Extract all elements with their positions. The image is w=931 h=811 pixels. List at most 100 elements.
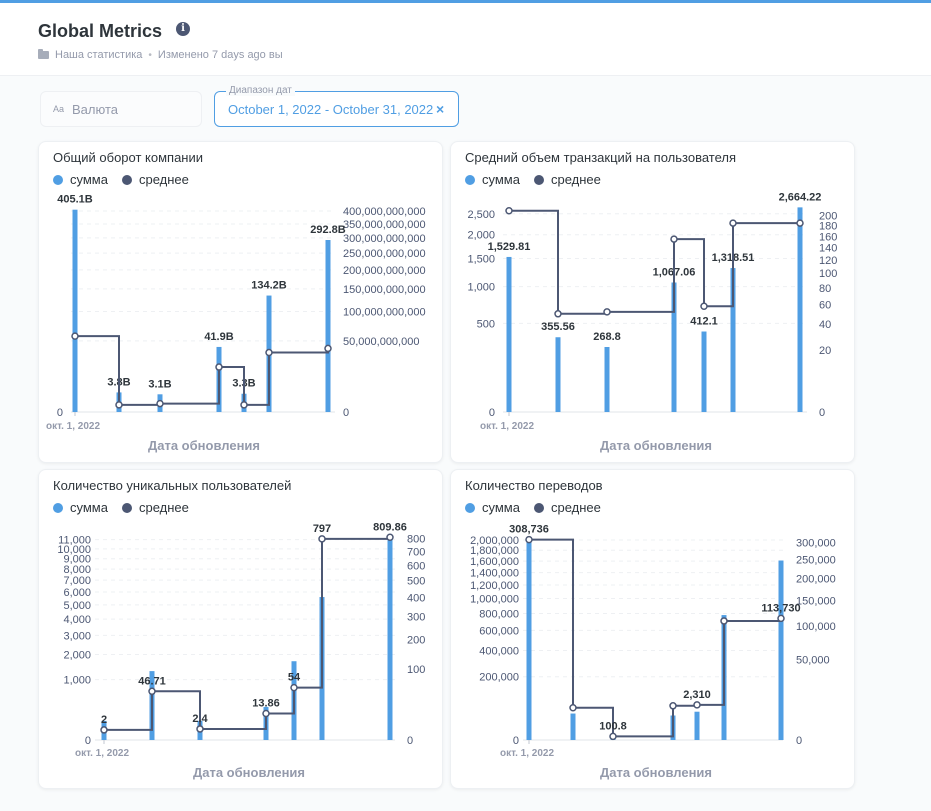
average-point [777, 614, 785, 623]
text-type-icon: Aa [53, 104, 65, 114]
average-value-label: 46.71 [138, 675, 166, 687]
average-point [729, 219, 737, 227]
bar [506, 256, 512, 412]
average-value-label: 2.4 [192, 713, 208, 725]
y-axis-tick-label: 1,600,000 [470, 556, 519, 568]
folder-icon [38, 49, 49, 59]
y-axis-tick-label: 11,000 [58, 535, 91, 547]
y2-axis-tick-label: 350,000,000,000 [343, 219, 426, 231]
y2-axis-tick-label: 0 [819, 407, 825, 419]
average-value-label: 2,310 [683, 689, 711, 701]
chart-area: 0 1,000 2,000 3,000 4,000 5,0006,0007,0008,00… [57, 521, 425, 759]
y2-axis-tick-label: 200 [407, 634, 425, 646]
y2-axis-tick-label: 200,000 [796, 574, 836, 586]
y2-axis-tick-label: 100,000,000,000 [343, 306, 426, 318]
y2-axis-tick-label: 140 [819, 243, 837, 255]
average-point [265, 348, 273, 357]
y2-axis-tick-label: 700 [407, 547, 425, 559]
average-point [148, 687, 156, 696]
y-axis-tick-label: 200,000 [479, 672, 519, 684]
average-point [525, 535, 533, 544]
date-range-label: Диапазон дат [226, 85, 295, 96]
bar-value-label: 268.8 [593, 331, 621, 343]
y2-axis-tick-label: 300,000,000,000 [343, 233, 426, 245]
page-title: Global Metrics [38, 21, 163, 41]
y-axis-tick-label: 6,000 [63, 587, 91, 599]
info-icon[interactable]: i [176, 22, 190, 36]
card-transfers-count[interactable]: Количество переводов сумма среднее 0 200,… [450, 469, 855, 789]
card-unique-users[interactable]: Количество уникальных пользователей сумм… [38, 469, 443, 789]
average-point [796, 219, 804, 227]
average-point [324, 344, 332, 353]
average-point [215, 363, 223, 371]
average-value-label: 100.8 [599, 720, 627, 732]
y2-axis-tick-label: 800 [407, 534, 425, 546]
average-point [100, 726, 108, 734]
y-axis-tick-label: 5,000 [63, 600, 91, 612]
y-axis-tick-label: 2,000,000 [470, 535, 519, 547]
y-axis-tick-label: 2,000 [467, 230, 495, 242]
bar-value-label: 134.2B [251, 280, 287, 292]
average-point [669, 702, 677, 710]
average-point [609, 732, 617, 741]
bar-value-label: 1,529.81 [488, 241, 531, 253]
average-point [386, 533, 394, 542]
last-edited: Изменено 7 days ago вы [157, 49, 283, 61]
average-point [156, 399, 164, 408]
y2-axis-tick-label: 100 [407, 664, 425, 676]
y-axis-tick-label: 1,000,000 [470, 594, 519, 606]
bar [325, 240, 331, 412]
bar-value-label: 355.56 [541, 321, 575, 333]
collection-link[interactable]: Наша статистика [55, 49, 142, 61]
average-point [196, 725, 204, 733]
bar [526, 537, 532, 740]
average-point [115, 401, 123, 409]
date-range-value: October 1, 2022 - October 31, 2022 [228, 102, 434, 117]
bar [555, 337, 561, 412]
y2-axis-tick-label: 150,000 [796, 595, 836, 607]
average-point [554, 310, 562, 318]
y2-axis-tick-label: 200,000,000,000 [343, 265, 426, 277]
average-value-label: 113,730 [761, 602, 800, 614]
bar [387, 537, 393, 740]
clear-filter-icon[interactable]: × [436, 101, 444, 117]
average-value-label: 54 [288, 672, 301, 684]
y2-axis-tick-label: 400 [407, 593, 425, 605]
bar-value-label: 41.9B [204, 331, 233, 343]
y2-axis-tick-label: 50,000,000,000 [343, 336, 419, 348]
bar-value-label: 2,664.22 [779, 191, 822, 203]
y2-axis-tick-label: 250,000 [796, 555, 836, 567]
average-step-line [509, 209, 800, 315]
card-avg-transaction[interactable]: Средний объем транзакций на пользователя… [450, 141, 855, 463]
bar [604, 347, 610, 412]
y-axis-tick-label: 0 [513, 735, 519, 747]
date-range-filter[interactable]: Диапазон дат October 1, 2022 - October 3… [214, 85, 459, 127]
y-axis-tick-label: 1,000 [63, 675, 91, 687]
y2-axis-tick-label: 60 [819, 299, 831, 311]
average-value-label: 13.86 [252, 697, 280, 709]
y-axis-tick-label: 0 [489, 407, 495, 419]
average-point [603, 308, 611, 316]
dashboard-header: Global Metrics i Наша статистика • Измен… [0, 3, 931, 76]
x-axis-tick-label: окт. 1, 2022 [500, 748, 554, 759]
bar [694, 711, 700, 740]
x-axis-tick-label: окт. 1, 2022 [480, 421, 534, 432]
bar-value-label: 3.1B [148, 378, 171, 390]
y-axis-tick-label: 4,000 [63, 614, 91, 626]
currency-filter[interactable]: Aa Валюта [40, 91, 202, 127]
x-axis-title: Дата обновления [599, 765, 713, 780]
y2-axis-tick-label: 100 [819, 268, 837, 280]
y-axis-tick-label: 2,000 [63, 650, 91, 662]
y2-axis-tick-label: 0 [796, 735, 802, 747]
breadcrumb: Наша статистика • Изменено 7 days ago вы [38, 49, 283, 61]
y-axis-tick-label: 3,000 [63, 630, 91, 642]
average-point [693, 701, 701, 709]
bar-value-label: 412.1 [690, 316, 718, 328]
y2-axis-tick-label: 120 [819, 255, 837, 267]
x-axis-tick-label: окт. 1, 2022 [46, 421, 100, 432]
y-axis-tick-label: 400,000 [479, 646, 519, 658]
average-point [290, 683, 298, 692]
bar [701, 331, 707, 412]
card-total-turnover[interactable]: Общий оборот компании сумма среднее 0 0 50… [38, 141, 443, 463]
y-axis-tick-label: 500 [477, 318, 495, 330]
